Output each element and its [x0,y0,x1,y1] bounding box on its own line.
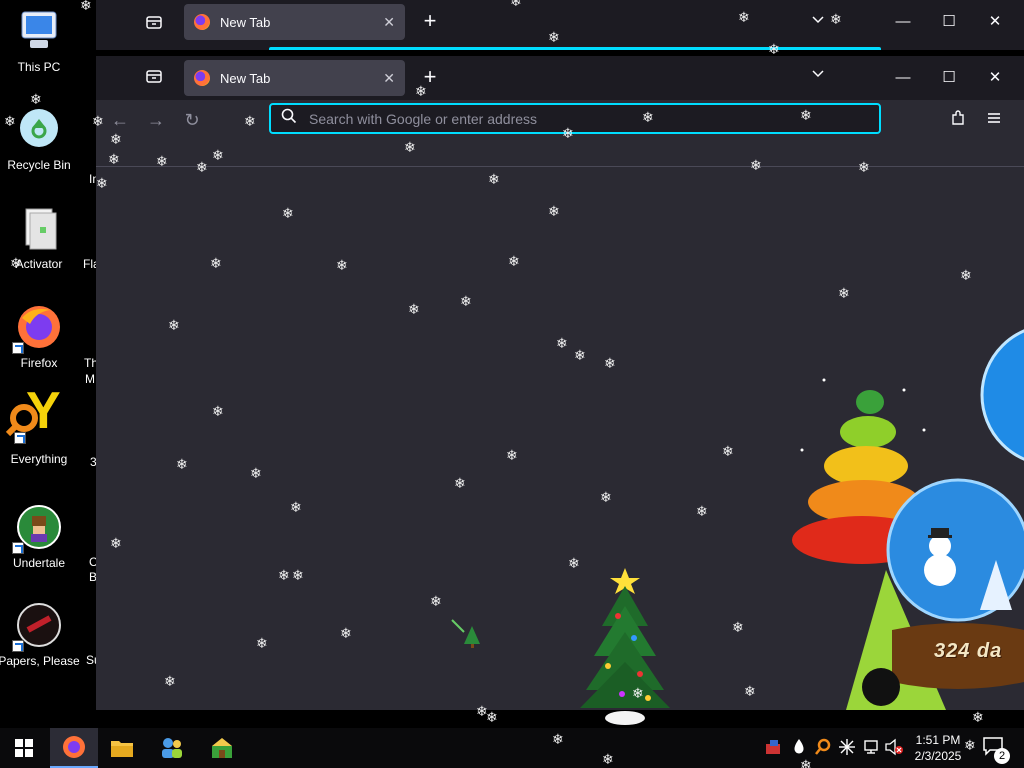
tab-strip: New Tab ✕ + — ☐ ✕ [96,56,1024,100]
taskbar-file-explorer[interactable] [98,728,146,768]
url-bar-edge [269,47,881,50]
notification-center-button[interactable]: 2 [982,736,1010,764]
desktop-icon-label: Everything [10,452,68,466]
clock-time: 1:51 PM [915,733,961,747]
back-button[interactable]: ← [108,108,132,132]
computer-icon [16,8,62,54]
search-input[interactable] [309,110,849,127]
system-clock[interactable]: 1:51 PM 2/3/2025 [906,732,970,764]
everything-search-icon: Y [0,378,78,444]
page-content[interactable] [96,166,1024,710]
taskbar-firefox[interactable] [50,728,98,768]
volume-muted-icon[interactable] [884,738,903,758]
taskbar-game-app[interactable] [198,728,246,768]
snowflake: ❄ [80,0,92,13]
extensions-icon[interactable] [948,108,972,132]
undertale-icon [12,504,62,554]
papers-please-icon [12,602,62,652]
desktop-icon-label: Undertale [12,556,66,570]
tab-title: New Tab [220,14,271,30]
close-tab-icon[interactable]: ✕ [383,14,395,31]
new-tab-button[interactable]: + [416,8,444,36]
url-bar[interactable] [269,103,881,134]
maximize-button[interactable]: ☐ [934,8,964,36]
new-tab-button[interactable]: + [416,64,444,92]
tab-title: New Tab [220,70,271,86]
close-window-button[interactable]: ✕ [980,8,1010,36]
desktop-icon-recycle-bin[interactable]: Recycle Bin [0,106,78,172]
snowflake-icon[interactable] [838,738,856,758]
game-icon [212,738,232,758]
desktop-icon-label: Activator [15,257,63,271]
start-button[interactable] [0,728,48,768]
tab-new-tab[interactable]: New Tab ✕ [184,60,405,96]
people-icon [162,738,182,758]
network-icon[interactable] [862,738,880,758]
desktop-icon-label: Firefox [20,356,58,370]
taskbar-people-app[interactable] [148,728,196,768]
search-tool-icon[interactable] [814,738,832,758]
browser-window-background[interactable]: New Tab ✕ + — ☐ ✕ [96,0,1024,50]
desktop-icon-label: Recycle Bin [7,158,71,172]
desktop-icon-label: Papers, Please [0,654,80,668]
tab-new-tab-back[interactable]: New Tab ✕ [184,4,405,40]
list-all-tabs-icon[interactable] [810,66,830,86]
forward-button[interactable]: → [144,108,168,132]
desktop-icon-activator[interactable]: Activator [0,205,78,271]
search-icon [281,108,297,129]
browser-window[interactable]: New Tab ✕ + — ☐ ✕ ← → ↻ [96,56,1024,710]
document-icon [16,205,62,251]
snowflake: ❄ [972,709,984,725]
tray-app-icon[interactable] [764,738,782,758]
recycle-bin-icon [16,106,62,152]
file-explorer-icon [111,741,133,757]
close-window-button[interactable]: ✕ [980,64,1010,92]
desktop-icon-label: This PC [17,60,61,74]
firefox-favicon-icon [194,14,210,30]
firefox-favicon-icon [194,70,210,86]
snowflake: ❄ [486,709,498,725]
firefox-icon [12,304,62,354]
windows-logo-icon [15,739,33,757]
reload-button[interactable]: ↻ [180,108,204,132]
desktop-icon-everything[interactable]: Y Everything [0,378,78,466]
close-tab-icon[interactable]: ✕ [383,70,395,87]
snowflake: ❄ [30,91,42,107]
minimize-button[interactable]: — [888,64,918,92]
desktop-icon-firefox[interactable]: Firefox [0,304,78,370]
maximize-button[interactable]: ☐ [934,64,964,92]
firefox-view-icon[interactable] [144,66,168,90]
minimize-button[interactable]: — [888,8,918,36]
desktop-icon-papers-please[interactable]: Papers, Please [0,602,80,668]
firefox-view-icon[interactable] [144,12,168,36]
taskbar: 1:51 PM 2/3/2025 2 [0,728,1024,768]
clock-date: 2/3/2025 [914,749,962,763]
desktop-icon-undertale[interactable]: Undertale [0,504,78,570]
firefox-icon [63,736,85,758]
desktop-icon-this-pc[interactable]: This PC [0,8,78,74]
water-drop-icon[interactable] [790,738,808,758]
menu-icon[interactable] [984,108,1008,132]
notification-badge: 2 [994,748,1010,764]
navigation-toolbar: ← → ↻ [96,100,1024,140]
list-all-tabs-icon[interactable] [810,12,830,32]
partial-desktop-label: M [85,372,95,386]
